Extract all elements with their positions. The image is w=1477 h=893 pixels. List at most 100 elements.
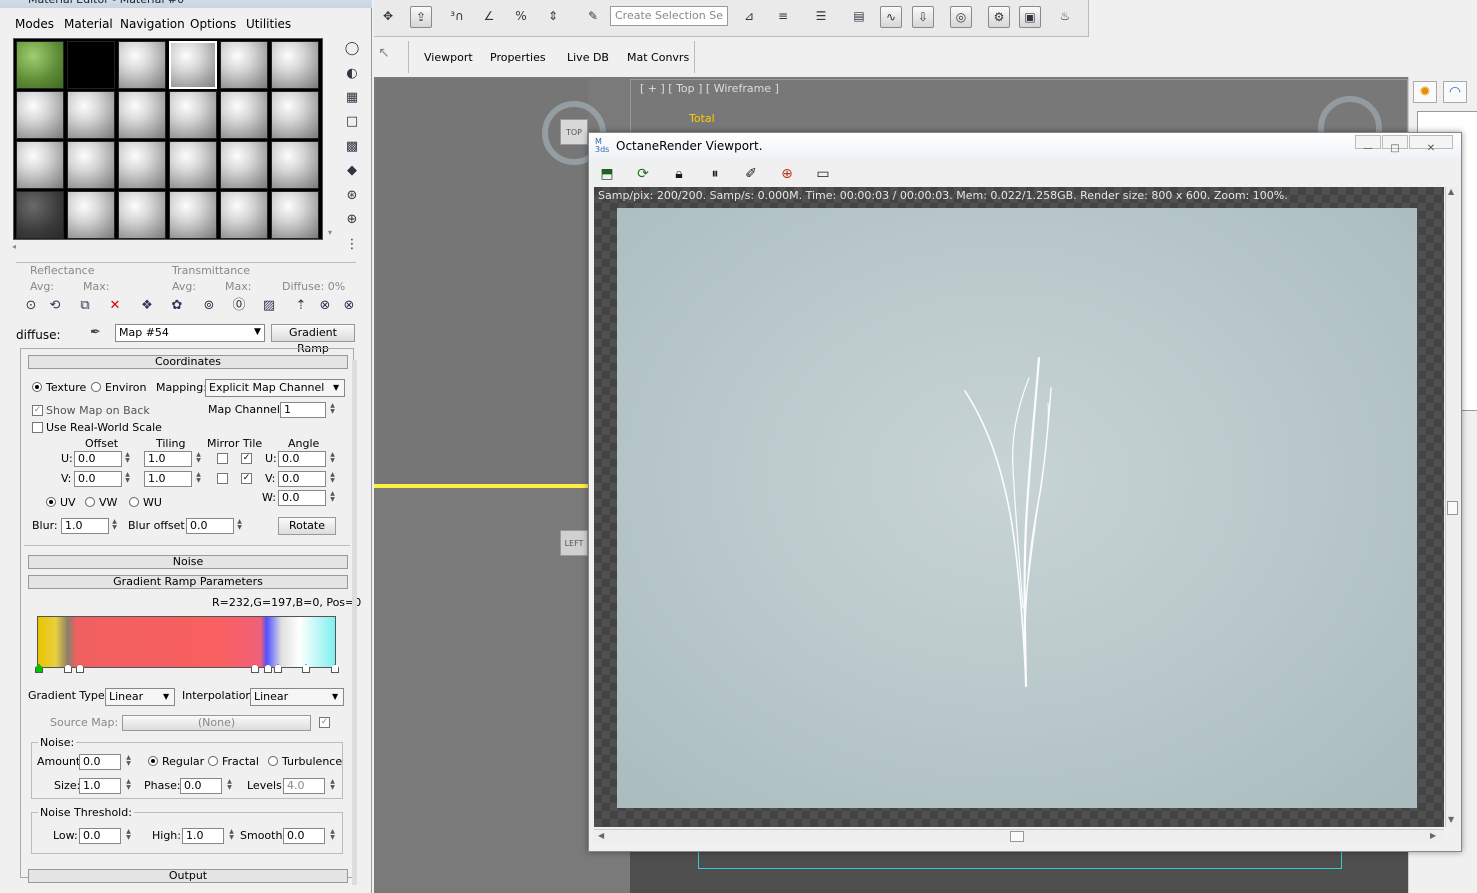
maximize-icon[interactable]: □ [1382, 135, 1408, 154]
source-map-checkbox[interactable]: ✓ [319, 717, 330, 728]
u-tiling-field[interactable]: 1.0 [144, 451, 192, 467]
render-teapot-icon[interactable]: ♨ [1054, 6, 1076, 28]
chevron-down-icon[interactable]: ▼ [254, 327, 261, 337]
coordinates-rollout-header[interactable]: Coordinates [28, 355, 348, 369]
menu-modes[interactable]: Modes [15, 17, 54, 31]
viewport-left[interactable]: LEFT [376, 490, 588, 890]
viewport-top-left[interactable]: TOP [376, 79, 606, 484]
rollout-scrollbar[interactable] [352, 360, 357, 885]
sample-slot[interactable] [16, 91, 64, 139]
sample-slot[interactable] [118, 91, 166, 139]
spinner[interactable]: ▲ ▼ [195, 472, 202, 486]
sample-slot[interactable] [220, 141, 268, 189]
slots-vscroll-arrow[interactable]: ▾ [328, 228, 332, 237]
spinner[interactable]: ▲ ▼ [124, 472, 131, 486]
background-icon[interactable]: ▦ [343, 89, 361, 107]
curve-editor-icon[interactable]: ∿ [880, 6, 902, 28]
map-name-field[interactable]: Map #54 [115, 324, 265, 342]
select-by-material-icon[interactable]: ⊕ [343, 211, 361, 229]
mapping-dropdown[interactable]: Explicit Map Channel [205, 379, 345, 397]
real-world-scale-checkbox[interactable] [32, 422, 43, 433]
sample-type-icon[interactable]: ◯ [343, 40, 361, 58]
menu-utilities[interactable]: Utilities [246, 17, 291, 31]
reset-map-icon[interactable]: ✕ [104, 296, 126, 318]
sample-slot[interactable] [220, 91, 268, 139]
spinner-snap-icon[interactable]: ⇕ [542, 6, 564, 28]
material-id-icon[interactable]: ⓪ [228, 296, 250, 318]
output-rollout-header[interactable]: Output [28, 869, 348, 883]
w-angle-field[interactable]: 0.0 [278, 490, 326, 506]
scroll-right-icon[interactable]: ▶ [1430, 831, 1436, 840]
make-preview-icon[interactable]: ◆ [343, 162, 361, 180]
spinner[interactable]: ▲ ▼ [329, 491, 336, 505]
blur-offset-field[interactable]: 0.0 [186, 518, 234, 534]
sample-slot[interactable] [271, 91, 319, 139]
scroll-thumb[interactable] [1010, 831, 1024, 842]
spinner[interactable]: ▲ ▼ [111, 519, 118, 533]
region-render-icon[interactable]: ✐ [742, 165, 760, 183]
rotate-button[interactable]: Rotate [278, 517, 336, 535]
assign-to-selection-icon[interactable]: ⧉ [74, 296, 96, 318]
u-tile-checkbox[interactable]: ✓ [241, 453, 252, 464]
scroll-thumb[interactable] [1447, 501, 1458, 515]
sample-slot[interactable] [271, 41, 319, 89]
tab-live-db[interactable]: Live DB [567, 51, 609, 64]
spinner[interactable]: ▲ ▼ [228, 829, 235, 843]
close-icon[interactable]: ✕ [1409, 135, 1453, 154]
chevron-down-icon[interactable]: ▼ [332, 692, 338, 701]
tab-properties[interactable]: Properties [490, 51, 546, 64]
sample-slot[interactable] [118, 191, 166, 239]
v-tiling-field[interactable]: 1.0 [144, 471, 192, 487]
material-editor-icon[interactable]: ◎ [950, 6, 972, 28]
create-icon[interactable]: ✹ [1413, 81, 1437, 103]
v-offset-field[interactable]: 0.0 [74, 471, 122, 487]
menu-options[interactable]: Options [190, 17, 236, 31]
sample-slot[interactable] [169, 41, 217, 89]
spinner[interactable]: ▲ ▼ [125, 829, 132, 843]
spinner[interactable]: ▲ ▼ [226, 779, 233, 793]
spinner[interactable]: ▲ ▼ [329, 779, 336, 793]
spinner[interactable]: ▲ ▼ [124, 452, 131, 466]
texture-radio[interactable]: Texture [32, 381, 86, 394]
display-settings-icon[interactable]: ▭ [814, 165, 832, 183]
viewport-label[interactable]: [ + ] [ Top ] [ Wireframe ] [640, 82, 779, 95]
material-map-icon[interactable]: ⊗ [338, 296, 360, 318]
noise-rollout-header[interactable]: Noise [28, 555, 348, 569]
align-icon[interactable]: ≡ [772, 6, 794, 28]
backlight-icon[interactable]: ◐ [343, 65, 361, 83]
gradient-ramp-rollout-header[interactable]: Gradient Ramp Parameters [28, 575, 348, 589]
select-place-icon[interactable]: ⇪ [410, 6, 432, 28]
sample-slot[interactable] [67, 91, 115, 139]
sample-slot[interactable] [16, 141, 64, 189]
octane-title-bar[interactable]: M 3ds OctaneRender Viewport. — □ ✕ [589, 133, 1461, 159]
go-to-parent-icon[interactable]: ⇡ [290, 296, 312, 318]
scroll-left-icon[interactable]: ◀ [598, 831, 604, 840]
sample-slot[interactable] [16, 191, 64, 239]
save-image-icon[interactable]: ⬒ [598, 165, 616, 183]
scroll-down-icon[interactable]: ▼ [1448, 815, 1454, 824]
angle-snap-icon[interactable]: ∠ [478, 6, 500, 28]
lock-icon[interactable]: 🔒︎ [670, 165, 688, 183]
sample-slot[interactable] [67, 191, 115, 239]
minimize-icon[interactable]: — [1355, 135, 1381, 154]
viewcube-left[interactable]: LEFT [560, 530, 588, 556]
named-selection-icon[interactable]: ✎ [582, 6, 604, 28]
sample-slot[interactable] [67, 141, 115, 189]
scroll-up-icon[interactable]: ▲ [1448, 187, 1454, 196]
menu-navigation[interactable]: Navigation [120, 17, 185, 31]
phase-field[interactable]: 0.0 [180, 778, 222, 794]
regular-radio[interactable]: Regular [148, 755, 204, 768]
sample-slot[interactable] [169, 191, 217, 239]
snap-3d-icon[interactable]: ³∩ [446, 6, 468, 28]
sample-slot[interactable] [16, 41, 64, 89]
levels-field[interactable]: 4.0 [283, 778, 325, 794]
u-offset-field[interactable]: 0.0 [74, 451, 122, 467]
v-tile-checkbox[interactable]: ✓ [241, 473, 252, 484]
turbulence-radio[interactable]: Turbulence [268, 755, 342, 768]
size-field[interactable]: 1.0 [79, 778, 121, 794]
wu-radio[interactable]: WU [129, 496, 162, 509]
uv-tiling-icon[interactable]: □ [343, 113, 361, 131]
spinner[interactable]: ▲ ▼ [329, 472, 336, 486]
show-map-icon[interactable]: ▨ [258, 296, 280, 318]
chevron-down-icon[interactable]: ▼ [163, 692, 169, 701]
